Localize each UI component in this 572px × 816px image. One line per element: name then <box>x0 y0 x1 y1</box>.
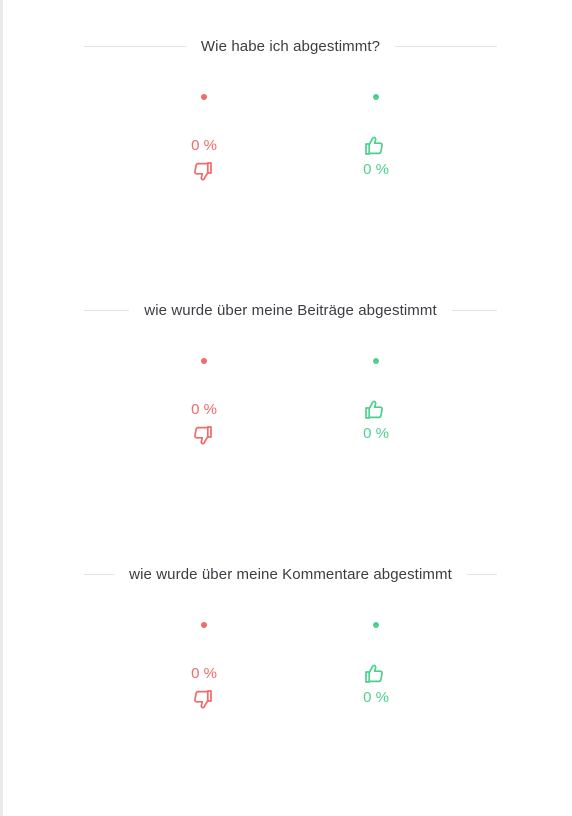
upvote-percentage: 0 % <box>363 425 389 442</box>
section-heading: Wie habe ich abgestimmt? <box>84 36 497 56</box>
downvote-indicator-dot <box>201 358 207 364</box>
downvote-indicator-dot <box>201 622 207 628</box>
section-title: wie wurde über meine Kommentare abgestim… <box>129 565 452 583</box>
vote-section-my-votes: Wie habe ich abgestimmt? 0 % 0 % <box>0 0 572 264</box>
divider-right <box>395 45 497 47</box>
upvote-percentage: 0 % <box>363 161 389 178</box>
upvote-indicator-dot <box>373 94 379 100</box>
downvote-percentage: 0 % <box>191 137 217 154</box>
downvote-indicator-dot <box>201 94 207 100</box>
divider-left <box>84 45 186 47</box>
thumbs-down-icon <box>191 159 215 183</box>
divider-right <box>466 573 498 575</box>
divider-left <box>84 573 115 575</box>
upvote-percentage: 0 % <box>363 689 389 706</box>
section-title: Wie habe ich abgestimmt? <box>200 37 381 55</box>
downvote-percentage: 0 % <box>191 665 217 682</box>
vote-section-my-posts: wie wurde über meine Beiträge abgestimmt… <box>0 264 572 528</box>
thumbs-up-icon <box>362 134 386 158</box>
divider-left <box>84 309 130 311</box>
vote-statistics-page: Wie habe ich abgestimmt? 0 % 0 % wie wur… <box>0 0 572 816</box>
thumbs-down-icon <box>191 423 215 447</box>
downvote-percentage: 0 % <box>191 401 217 418</box>
divider-right <box>451 309 498 311</box>
thumbs-up-icon <box>362 398 386 422</box>
thumbs-down-icon <box>191 687 215 711</box>
section-heading: wie wurde über meine Beiträge abgestimmt <box>84 300 498 320</box>
upvote-indicator-dot <box>373 622 379 628</box>
section-title: wie wurde über meine Beiträge abgestimmt <box>144 301 437 319</box>
thumbs-up-icon <box>362 662 386 686</box>
section-heading: wie wurde über meine Kommentare abgestim… <box>84 564 498 584</box>
upvote-indicator-dot <box>373 358 379 364</box>
vote-section-my-comments: wie wurde über meine Kommentare abgestim… <box>0 528 572 792</box>
